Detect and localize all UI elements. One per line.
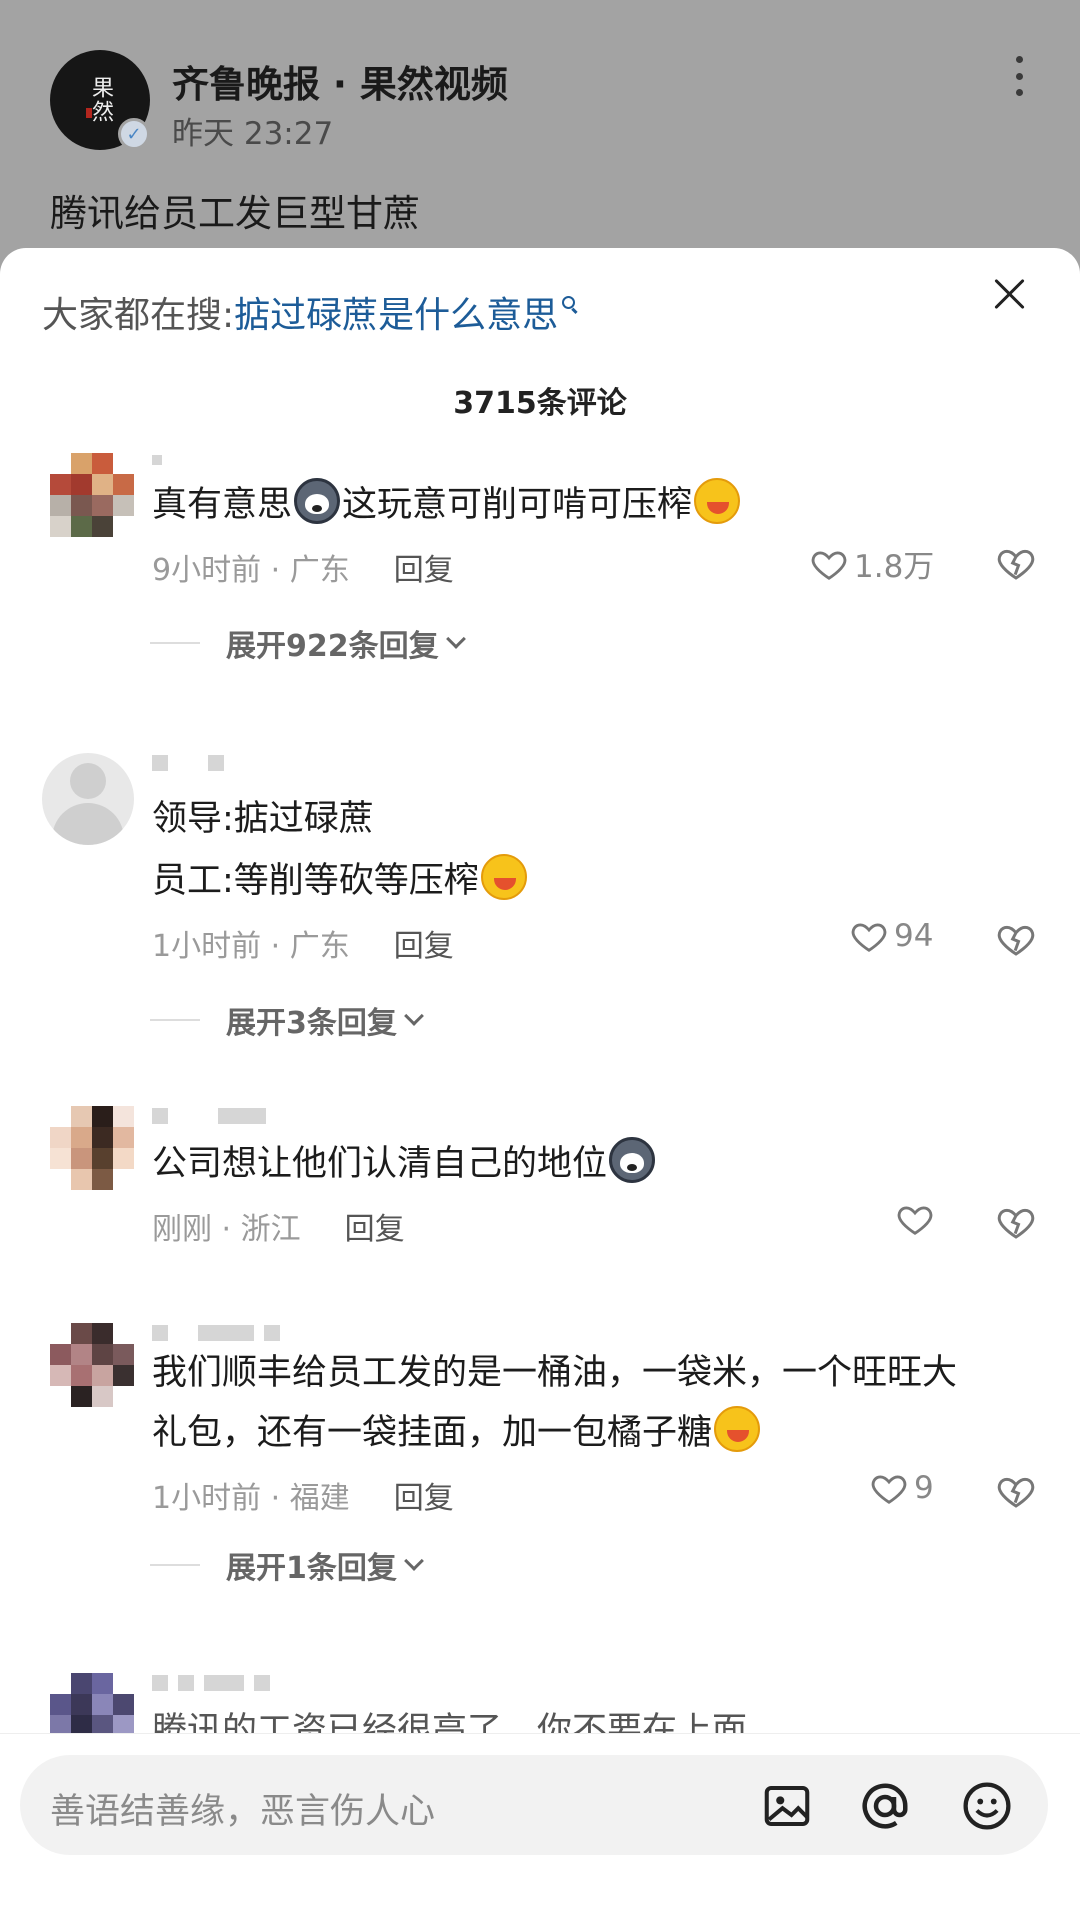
reply-button[interactable]: 回复 xyxy=(345,1212,405,1247)
heart-icon xyxy=(851,923,887,952)
comment-time-location: 1小时前 · 广东 xyxy=(152,929,350,964)
comment-item: 领导:掂过碌蔗 员工:等削等砍等压榨 1小时前 · 广东 回复 94 展开3条回复 xyxy=(0,753,1080,1053)
comment-text-part: 这玩意可削可啃可压榨 xyxy=(342,485,693,525)
comment-item: 真有意思 这玩意可削可啃可压榨 9小时前 · 广东 回复 1.8万 展开922条回复 xyxy=(0,453,1080,753)
like-button[interactable] xyxy=(896,1200,940,1238)
publisher-name[interactable]: 齐鲁晚报 · 果然视频 xyxy=(172,54,508,108)
username-obscured xyxy=(152,755,224,779)
comment-line: 礼包，还有一袋挂面，加一包橘子糖 xyxy=(152,1413,713,1453)
reply-button[interactable]: 回复 xyxy=(394,929,454,964)
chevron-down-icon xyxy=(403,1551,424,1571)
reply-button[interactable]: 回复 xyxy=(394,1481,454,1516)
comment-input-placeholder: 善语结善缘，恶言伤人心 xyxy=(50,1792,436,1832)
divider xyxy=(150,642,200,644)
expand-replies[interactable]: 展开3条回复 xyxy=(150,998,424,1042)
comment-text-part: 公司想让他们认清自己的地位 xyxy=(152,1144,608,1184)
image-icon[interactable] xyxy=(760,1779,814,1833)
at-icon[interactable] xyxy=(858,1779,912,1833)
trending-search[interactable]: 大家都在搜:掂过碌蔗是什么意思 xyxy=(42,286,576,338)
emoji-icon[interactable] xyxy=(960,1779,1014,1833)
dislike-icon[interactable] xyxy=(996,919,1036,959)
expand-label: 展开922条回复 xyxy=(226,629,439,664)
expand-replies[interactable]: 展开1条回复 xyxy=(150,1543,424,1587)
comment-meta: 9小时前 · 广东 回复 xyxy=(152,545,454,589)
grinning-emoji-icon xyxy=(714,1406,761,1452)
close-icon[interactable] xyxy=(988,272,1032,316)
comment-count: 3715条评论 xyxy=(453,386,627,421)
heart-icon xyxy=(871,1475,907,1504)
dislike-icon[interactable] xyxy=(996,1202,1036,1242)
dislike-icon[interactable] xyxy=(996,1471,1036,1511)
like-count: 94 xyxy=(894,918,934,954)
trending-search-term[interactable]: 掂过碌蔗是什么意思 xyxy=(234,295,558,336)
comment-line: 领导:掂过碌蔗 xyxy=(152,799,374,839)
comment-time-location: 9小时前 · 广东 xyxy=(152,553,350,588)
like-button[interactable]: 9 xyxy=(870,1469,934,1507)
like-button[interactable]: 94 xyxy=(850,917,933,955)
verified-icon: ✓ xyxy=(118,118,150,150)
comment-item: 公司想让他们认清自己的地位 刚刚 · 浙江 回复 xyxy=(0,1106,1080,1296)
comment-line: 我们顺丰给员工发的是一桶油，一袋米，一个旺旺大 xyxy=(152,1353,958,1393)
chevron-down-icon xyxy=(403,1006,424,1026)
post-title: 腾讯给员工发巨型甘蔗 xyxy=(50,192,420,235)
comment-sheet: 大家都在搜:掂过碌蔗是什么意思 3715条评论 真有意思 这玩意可削可啃可压榨 9… xyxy=(0,248,1080,1909)
expand-label: 展开1条回复 xyxy=(226,1551,397,1586)
comment-text: 礼包，还有一袋挂面，加一包橘子糖 xyxy=(152,1403,762,1464)
avatar[interactable] xyxy=(42,753,134,845)
divider xyxy=(150,1564,200,1566)
heart-icon xyxy=(811,550,847,580)
comment-time-location: 刚刚 · 浙江 xyxy=(152,1212,301,1247)
heart-icon xyxy=(897,1206,933,1235)
comment-text-part: 真有意思 xyxy=(152,485,293,525)
rofl-emoji-icon xyxy=(480,854,527,900)
like-count: 9 xyxy=(914,1470,934,1506)
search-icon xyxy=(562,296,576,309)
avatar[interactable] xyxy=(50,453,134,537)
comment-input[interactable]: 善语结善缘，恶言伤人心 xyxy=(20,1755,1048,1855)
comment-meta: 1小时前 · 福建 回复 xyxy=(152,1473,454,1517)
like-count: 1.8万 xyxy=(854,549,935,585)
username-obscured xyxy=(152,1675,270,1699)
comment-text: 公司想让他们认清自己的地位 xyxy=(152,1134,657,1195)
reply-button[interactable]: 回复 xyxy=(394,553,454,588)
username-obscured xyxy=(152,1108,266,1132)
trending-search-prefix: 大家都在搜: xyxy=(42,295,235,336)
comment-time-location: 1小时前 · 福建 xyxy=(152,1481,350,1516)
laughing-emoji-icon xyxy=(694,478,741,524)
comment-meta: 刚刚 · 浙江 回复 xyxy=(152,1204,405,1248)
husky-emoji-icon xyxy=(609,1137,656,1183)
post-header: 果然 ✓ 齐鲁晚报 · 果然视频 昨天 23:27 腾讯给员工发巨型甘蔗 xyxy=(0,0,1080,260)
avatar[interactable] xyxy=(50,1323,134,1407)
expand-replies[interactable]: 展开922条回复 xyxy=(150,621,466,665)
comment-text: 员工:等削等砍等压榨 xyxy=(152,851,529,912)
divider xyxy=(150,1019,200,1021)
expand-label: 展开3条回复 xyxy=(226,1006,397,1041)
comment-input-bar: 善语结善缘，恶言伤人心 xyxy=(0,1733,1080,1909)
logo-seal xyxy=(86,108,92,118)
avatar[interactable] xyxy=(50,1106,134,1190)
chevron-down-icon xyxy=(445,629,466,649)
comment-item: 我们顺丰给员工发的是一桶油，一袋米，一个旺旺大 礼包，还有一袋挂面，加一包橘子糖… xyxy=(0,1323,1080,1643)
husky-emoji-icon xyxy=(294,478,341,524)
comment-line: 员工:等削等砍等压榨 xyxy=(152,861,479,901)
comment-text: 真有意思 这玩意可削可啃可压榨 xyxy=(152,475,742,536)
comment-meta: 1小时前 · 广东 回复 xyxy=(152,921,454,965)
dislike-icon[interactable] xyxy=(996,543,1036,583)
more-icon[interactable] xyxy=(1012,56,1026,96)
post-time: 昨天 23:27 xyxy=(172,116,334,152)
like-button[interactable]: 1.8万 xyxy=(810,541,934,586)
